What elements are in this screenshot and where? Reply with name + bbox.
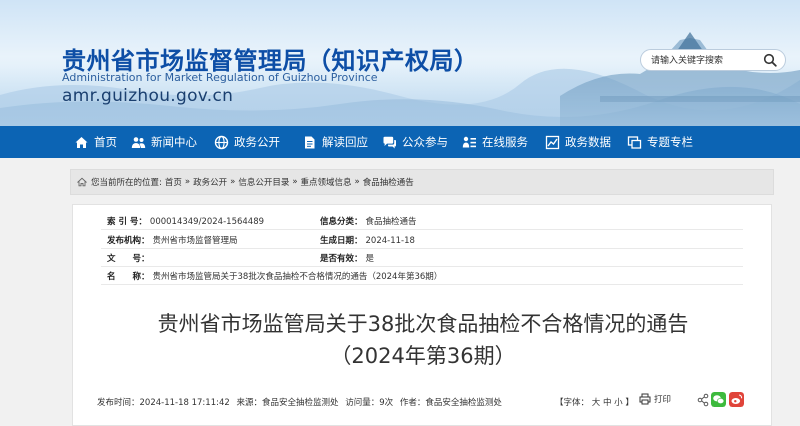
meta-docno-label: 文 号： (107, 254, 150, 264)
share-icon[interactable] (697, 393, 709, 407)
meta-valid-label: 是否有效： (320, 254, 363, 264)
site-url: amr.guizhou.gov.cn (62, 86, 234, 106)
nav-item-special-topics[interactable]: 专题专栏 (627, 126, 693, 158)
document-icon (305, 136, 315, 148)
font-size-large-button[interactable]: 大 (592, 398, 601, 408)
meta-index: 索 引 号： 000014349/2024-1564489 (107, 215, 264, 227)
font-size-prefix: 【字体： (555, 398, 590, 408)
meta-date-value: 2024-11-18 (365, 236, 415, 246)
article-panel: 索 引 号： 000014349/2024-1564489 信息分类： 食品抽检通告… (72, 204, 772, 426)
article-title-line2: （2024年第36期） (330, 344, 516, 368)
publish-info: 发布时间：2024-11-18 17:11:42 来源：食品安全抽检监测处 访问… (97, 396, 506, 408)
font-size-small-button[interactable]: 小 (614, 398, 623, 408)
meta-date-label: 生成日期： (320, 236, 363, 246)
breadcrumb-prefix: 您当前所在的位置: (91, 178, 162, 188)
nav-item-label: 公众参与 (402, 135, 448, 149)
main-nav: 首页 新闻中心 政务公开 解读回应 公众参与 在线服务 政务数据 专题专栏 (0, 126, 800, 158)
breadcrumb-link-gov-affairs[interactable]: 政务公开 (193, 176, 227, 188)
meta-name: 名 称： 贵州省市场监管局关于38批次食品抽检不合格情况的通告（2024年第36期… (107, 270, 442, 282)
meta-name-label: 名 称： (107, 272, 150, 282)
publish-author: 作者：食品安全抽检监测处 (399, 398, 502, 408)
article-title-line1: 贵州省市场监管局关于38批次食品抽检不合格情况的通告 (157, 312, 689, 336)
breadcrumb-link-food-inspection[interactable]: 食品抽检通告 (363, 176, 414, 188)
wechat-share-icon[interactable] (711, 392, 726, 407)
person-list-icon (462, 136, 476, 147)
nav-item-label: 在线服务 (482, 135, 528, 149)
breadcrumb-separator: » (354, 177, 360, 187)
breadcrumb-link-home[interactable]: 首页 (165, 176, 182, 188)
meta-category-value: 食品抽检通告 (365, 217, 417, 227)
meta-publisher-value: 贵州省市场监督管理局 (152, 236, 238, 246)
home-icon (77, 177, 87, 187)
meta-docno: 文 号： (107, 252, 153, 264)
breadcrumb-separator: » (292, 177, 298, 187)
meta-publisher-label: 发布机构： (107, 236, 150, 246)
nav-item-news[interactable]: 新闻中心 (131, 126, 197, 158)
publish-source: 来源：食品安全抽检监测处 (236, 398, 339, 408)
print-label: 打印 (654, 395, 672, 405)
meta-category: 信息分类： 食品抽检通告 (320, 215, 417, 227)
nav-item-gov-affairs[interactable]: 政务公开 (214, 126, 280, 158)
nav-item-label: 新闻中心 (151, 135, 197, 149)
meta-publisher: 发布机构： 贵州省市场监督管理局 (107, 234, 238, 246)
home-icon (75, 136, 88, 148)
font-size-medium-button[interactable]: 中 (603, 398, 612, 408)
site-title-english: Administration for Market Regulation of … (62, 71, 378, 84)
nav-item-gov-data[interactable]: 政务数据 (545, 126, 611, 158)
globe-icon (214, 135, 229, 149)
printer-icon (639, 393, 651, 405)
window-icon (627, 135, 642, 149)
font-size-control: 【字体： 大 中 小 】 (555, 396, 634, 408)
view-count: 访问量：9次 (345, 398, 394, 408)
font-size-suffix: 】 (625, 398, 634, 408)
nav-item-label: 政务公开 (234, 135, 280, 149)
breadcrumb-link-info-catalog[interactable]: 信息公开目录 (238, 176, 289, 188)
breadcrumb-link-key-areas[interactable]: 重点领域信息 (301, 176, 352, 188)
meta-valid-value: 是 (365, 254, 375, 264)
meta-index-label: 索 引 号： (107, 217, 147, 227)
nav-item-label: 解读回应 (322, 135, 368, 149)
nav-item-interpretation[interactable]: 解读回应 (302, 126, 368, 158)
nav-item-public-participation[interactable]: 公众参与 (382, 126, 448, 158)
search-box (640, 49, 786, 71)
nav-item-home[interactable]: 首页 (74, 126, 117, 158)
chat-icon (383, 136, 396, 148)
breadcrumb-separator: » (184, 177, 191, 187)
search-icon[interactable] (763, 53, 777, 67)
meta-name-value: 贵州省市场监管局关于38批次食品抽检不合格情况的通告（2024年第36期） (152, 272, 443, 282)
meta-date: 生成日期： 2024-11-18 (320, 234, 415, 246)
nav-item-label: 政务数据 (565, 135, 611, 149)
breadcrumb: 您当前所在的位置: 首页 » 政务公开 » 信息公开目录 » 重点领域信息 » … (70, 169, 774, 195)
divider (101, 284, 743, 285)
weibo-share-icon[interactable] (729, 392, 744, 407)
nav-item-online-service[interactable]: 在线服务 (462, 126, 528, 158)
publish-time: 发布时间：2024-11-18 17:11:42 (97, 398, 230, 408)
meta-valid: 是否有效：是 (320, 252, 374, 264)
nav-item-label: 首页 (94, 135, 117, 149)
meta-category-label: 信息分类： (320, 217, 363, 227)
print-button[interactable]: 打印 (639, 393, 671, 405)
chart-icon (545, 135, 560, 149)
nav-item-label: 专题专栏 (647, 135, 693, 149)
breadcrumb-separator: » (230, 177, 236, 187)
divider (101, 229, 743, 230)
people-icon (131, 136, 146, 148)
search-input[interactable] (651, 53, 761, 68)
divider (101, 266, 743, 267)
divider (101, 248, 743, 249)
site-header-banner: 贵州省市场监督管理局（知识产权局） Administration for Mar… (0, 0, 800, 126)
meta-index-value: 000014349/2024-1564489 (149, 217, 265, 227)
